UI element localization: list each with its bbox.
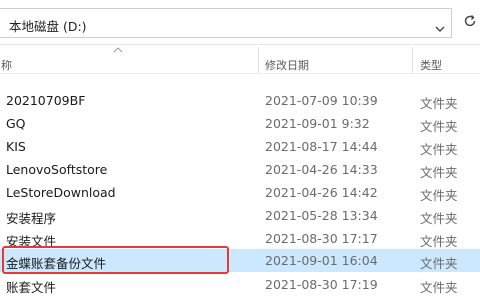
column-header: 称 修改日期 类型 [0, 45, 480, 74]
file-date: 2021-04-26 14:33 [265, 162, 378, 177]
list-item[interactable]: 20210709BF 2021-07-09 10:39 文件夹 [0, 89, 480, 112]
list-item[interactable]: 安装程序 2021-05-28 13:34 文件夹 [0, 204, 480, 227]
file-type: 文件夹 [420, 165, 458, 180]
file-name: 安装程序 [6, 211, 57, 226]
file-date: 2021-08-30 17:17 [265, 231, 378, 246]
list-item-selected[interactable]: 金蝶账套备份文件 2021-09-01 16:04 文件夹 [0, 249, 480, 272]
file-type: 文件夹 [420, 256, 458, 271]
address-bar: 本地磁盘 (D:) [0, 0, 480, 45]
file-date: 2021-08-30 17:19 [265, 277, 378, 292]
file-name: 安装文件 [6, 234, 57, 249]
column-divider[interactable] [412, 47, 413, 73]
file-name: 20210709BF [6, 93, 86, 108]
list-item[interactable]: 账套文件 2021-08-30 17:19 文件夹 [0, 273, 480, 296]
file-name: LeStoreDownload [6, 185, 116, 200]
file-type: 文件夹 [420, 142, 458, 157]
column-divider[interactable] [258, 47, 259, 73]
file-date: 2021-08-17 14:44 [265, 139, 378, 154]
file-name: 金蝶账套备份文件 [6, 256, 107, 271]
file-type: 文件夹 [420, 234, 458, 249]
list-item[interactable]: LeStoreDownload 2021-04-26 14:42 文件夹 [0, 181, 480, 204]
column-type-header[interactable]: 类型 [420, 57, 442, 73]
file-type: 文件夹 [420, 211, 458, 226]
file-name: GQ [6, 116, 26, 131]
chevron-down-icon[interactable] [434, 24, 446, 34]
list-item[interactable]: 安装文件 2021-08-30 17:17 文件夹 [0, 227, 480, 250]
list-item[interactable]: KIS 2021-08-17 14:44 文件夹 [0, 135, 480, 158]
file-name: LenovoSoftstore [6, 162, 108, 177]
file-date: 2021-09-01 16:04 [265, 253, 378, 268]
file-type: 文件夹 [420, 188, 458, 203]
file-type: 文件夹 [420, 119, 458, 134]
file-date: 2021-05-28 13:34 [265, 208, 378, 223]
sort-ascending-icon [113, 47, 123, 53]
file-date: 2021-07-09 10:39 [265, 93, 378, 108]
address-path[interactable]: 本地磁盘 (D:) [9, 16, 87, 35]
column-date-header[interactable]: 修改日期 [265, 57, 309, 73]
list-item[interactable]: LenovoSoftstore 2021-04-26 14:33 文件夹 [0, 158, 480, 181]
list-item[interactable]: GQ 2021-09-01 9:32 文件夹 [0, 112, 480, 135]
file-date: 2021-09-01 9:32 [265, 116, 370, 131]
file-type: 文件夹 [420, 280, 458, 295]
file-name: 账套文件 [6, 280, 57, 295]
refresh-icon[interactable] [462, 13, 478, 29]
address-box[interactable]: 本地磁盘 (D:) [0, 8, 452, 38]
file-name: KIS [6, 139, 26, 154]
file-type: 文件夹 [420, 96, 458, 111]
column-name-header[interactable]: 称 [1, 57, 12, 73]
file-date: 2021-04-26 14:42 [265, 185, 378, 200]
